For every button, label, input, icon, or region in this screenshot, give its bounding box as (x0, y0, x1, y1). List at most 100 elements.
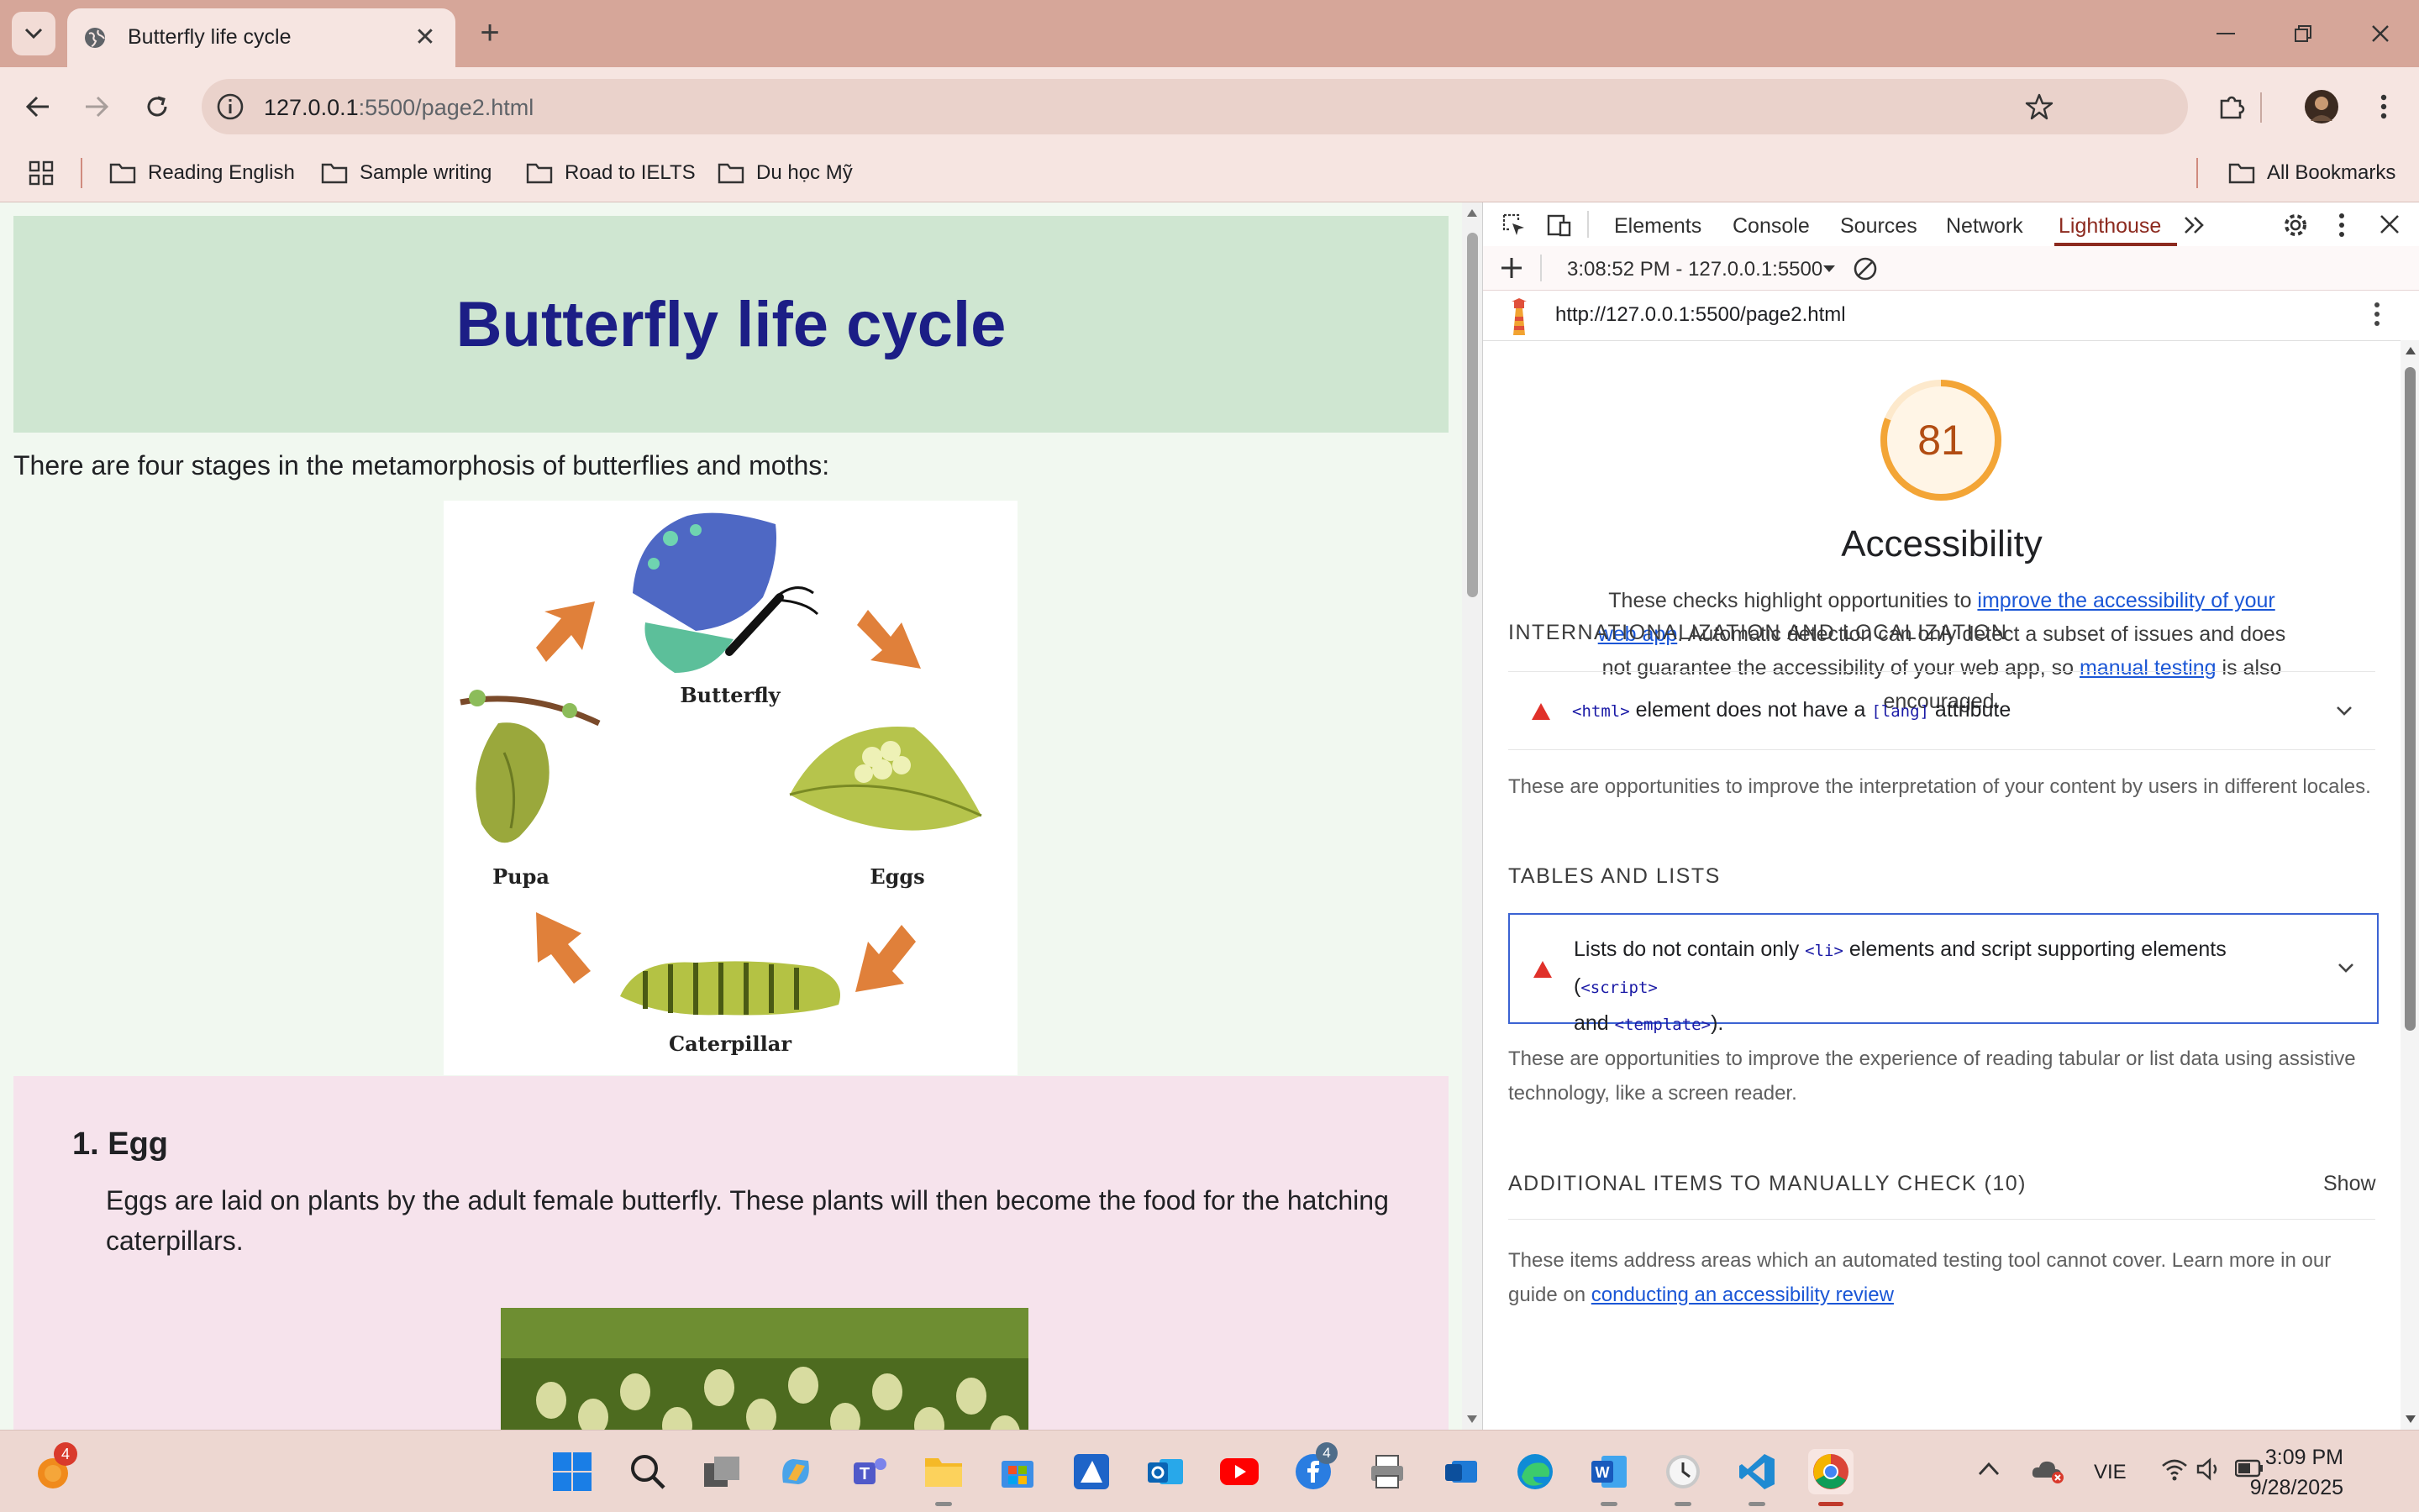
scroll-up-icon[interactable] (2405, 345, 2416, 355)
file-explorer-button[interactable] (921, 1449, 966, 1506)
folder-icon (718, 163, 744, 184)
accessibility-review-link[interactable]: conducting an accessibility review (1591, 1284, 1894, 1306)
extensions-button[interactable] (2211, 86, 2253, 128)
new-report-plus-icon[interactable] (1500, 256, 1523, 280)
profile-avatar[interactable] (2301, 86, 2343, 128)
close-tab-icon[interactable]: ✕ (410, 22, 440, 52)
restore-button[interactable] (2265, 10, 2341, 57)
edge-icon (1517, 1454, 1553, 1489)
close-window-button[interactable] (2343, 10, 2418, 57)
scroll-down-icon[interactable] (2405, 1415, 2416, 1425)
show-hidden-icons-chevron-up-icon[interactable] (1978, 1461, 2000, 1476)
minimize-icon (2217, 33, 2235, 34)
device-toolbar-icon[interactable] (1547, 213, 1572, 238)
bookmark-label: Sample writing (360, 161, 492, 184)
tab-lighthouse[interactable]: Lighthouse (2059, 214, 2161, 239)
bookmark-star-icon[interactable] (2025, 92, 2054, 121)
lighthouse-report-bar: 3:08:52 PM - 127.0.0.1:5500 (1483, 246, 2419, 291)
inspect-element-icon[interactable] (1501, 213, 1527, 238)
battery-icon[interactable] (2235, 1459, 2264, 1478)
teams-button[interactable]: T (847, 1449, 892, 1494)
pupa-label: Pupa (492, 864, 550, 889)
report-menu-icon[interactable] (2374, 302, 2380, 327)
settings-gear-icon[interactable] (2281, 211, 2310, 239)
audit-list-items[interactable]: Lists do not contain only <li> elements … (1508, 913, 2379, 1035)
chevron-down-icon[interactable] (2333, 700, 2355, 722)
messenger-button[interactable]: 4 (1291, 1442, 1338, 1494)
devtools-menu-icon[interactable] (2338, 213, 2345, 238)
apps-grid-icon (29, 160, 54, 186)
page-scrollbar-thumb[interactable] (1467, 233, 1478, 597)
clock-date[interactable]: 9/28/2025 (2250, 1476, 2343, 1500)
close-devtools-icon[interactable] (2380, 214, 2400, 234)
folder-icon (321, 163, 348, 184)
report-scrollbar-thumb[interactable] (2405, 367, 2416, 1031)
bookmark-folder-road-to-ielts[interactable]: Road to IELTS (526, 156, 696, 190)
start-button[interactable] (550, 1449, 595, 1494)
scroll-up-icon[interactable] (1466, 207, 1478, 218)
url-text[interactable]: 127.0.0.1:5500/page2.html (264, 95, 534, 121)
url-host: 127.0.0.1 (264, 95, 359, 120)
kebab-menu-icon (2380, 94, 2387, 119)
site-info-icon[interactable] (215, 92, 245, 122)
printer-app-button[interactable] (1365, 1449, 1410, 1494)
more-tabs-icon[interactable] (2184, 216, 2206, 234)
clock-time[interactable]: 3:09 PM (2265, 1446, 2343, 1470)
tab-network[interactable]: Network (1946, 214, 2023, 239)
chrome-button[interactable] (1808, 1449, 1854, 1506)
volume-icon[interactable] (2196, 1457, 2223, 1481)
browser-tab[interactable]: Butterfly life cycle ✕ (67, 8, 455, 67)
minimize-button[interactable] (2188, 10, 2264, 57)
task-view-button[interactable] (699, 1449, 744, 1494)
clear-reports-icon[interactable] (1853, 256, 1878, 281)
tab-search-button[interactable] (12, 12, 55, 55)
bookmark-folder-sample-writing[interactable]: Sample writing (321, 156, 492, 190)
back-button[interactable] (17, 86, 59, 128)
running-indicator (1749, 1502, 1765, 1506)
forward-button[interactable] (76, 86, 118, 128)
apps-button[interactable] (29, 156, 66, 190)
outlook-new-button[interactable] (1438, 1449, 1484, 1494)
caterpillar-label: Caterpillar (669, 1032, 791, 1056)
show-manual-button[interactable]: Show (2323, 1172, 2376, 1196)
word-button[interactable]: W (1586, 1449, 1632, 1506)
puzzle-icon (2220, 96, 2245, 119)
tab-sources[interactable]: Sources (1840, 214, 1917, 239)
all-bookmarks-button[interactable]: All Bookmarks (2228, 156, 2395, 190)
chrome-menu-button[interactable] (2363, 86, 2405, 128)
running-indicator (1818, 1502, 1843, 1506)
outlook-button[interactable] (1143, 1449, 1188, 1494)
audit-html-lang[interactable]: <html> element does not have a [lang] at… (1508, 671, 2375, 750)
dropdown-caret-icon[interactable] (1822, 265, 1836, 273)
report-select[interactable]: 3:08:52 PM - 127.0.0.1:5500 (1567, 258, 1822, 281)
taskbar: 4 T 4 W VIE 3:09 PM 9/28/2025 (0, 1430, 2419, 1512)
svg-text:T: T (860, 1465, 870, 1483)
reload-button[interactable] (136, 86, 178, 128)
bookmark-folder-du-hoc-my[interactable]: Du học Mỹ (718, 156, 853, 190)
app-button[interactable] (1069, 1449, 1114, 1494)
address-bar[interactable]: 127.0.0.1:5500/page2.html (202, 79, 2188, 134)
chevron-down-icon[interactable] (2335, 957, 2357, 979)
search-button[interactable] (625, 1449, 670, 1494)
vscode-button[interactable] (1734, 1449, 1780, 1506)
new-tab-button[interactable]: + (471, 13, 509, 52)
scroll-down-icon[interactable] (1466, 1415, 1478, 1425)
edge-button[interactable] (1512, 1449, 1558, 1494)
task-view-icon (704, 1457, 739, 1487)
bookmark-folder-reading-english[interactable]: Reading English (109, 156, 295, 190)
clock-app-button[interactable] (1660, 1449, 1706, 1506)
tab-elements[interactable]: Elements (1614, 214, 1701, 239)
pupa-image (460, 690, 601, 843)
language-indicator[interactable]: VIE (2094, 1461, 2127, 1484)
page-scrollbar[interactable] (1462, 202, 1482, 1430)
youtube-button[interactable] (1217, 1449, 1262, 1494)
search-icon (631, 1455, 665, 1489)
onedrive-cloud-icon[interactable] (2030, 1456, 2065, 1484)
tab-console[interactable]: Console (1733, 214, 1810, 239)
wifi-icon[interactable] (2161, 1457, 2188, 1481)
report-scrollbar[interactable] (2401, 340, 2419, 1430)
weather-widget[interactable]: 4 (30, 1442, 77, 1494)
globe-icon (85, 28, 105, 48)
store-button[interactable] (995, 1449, 1040, 1494)
copilot-button[interactable] (773, 1449, 818, 1494)
